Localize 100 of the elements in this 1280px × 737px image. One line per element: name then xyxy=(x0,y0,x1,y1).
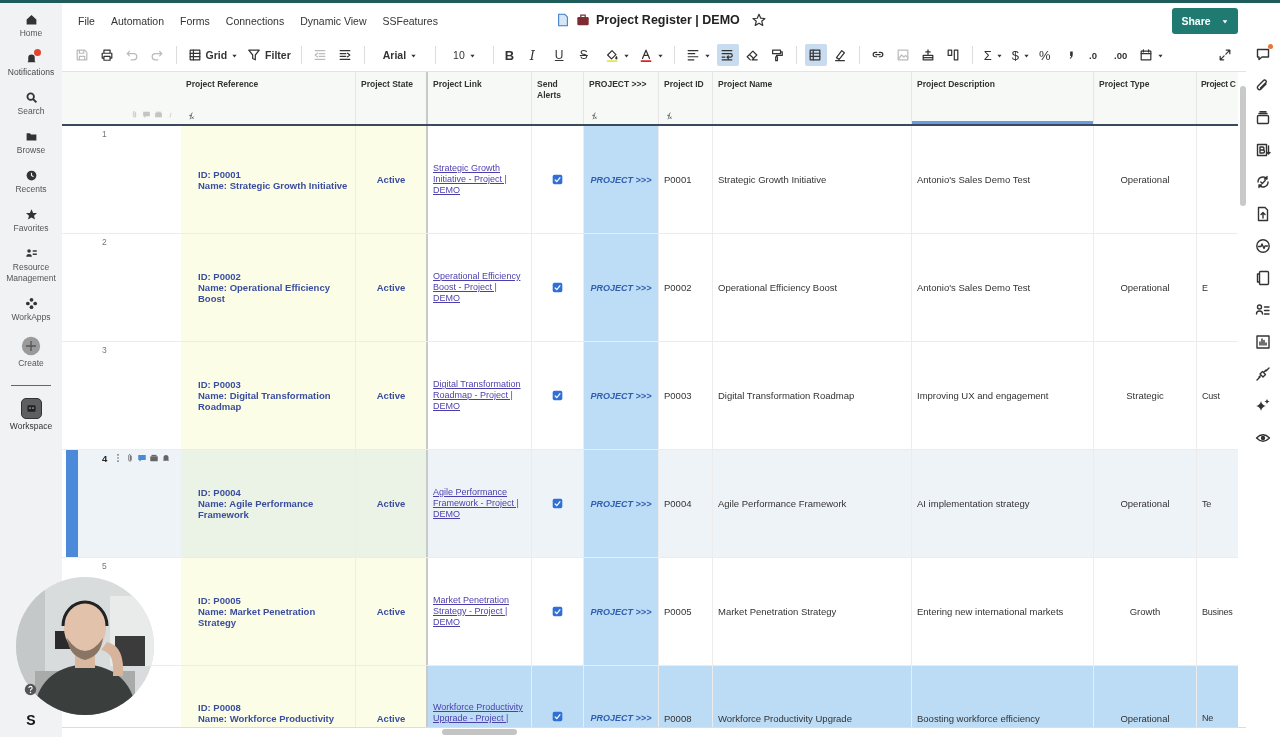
notification-badge xyxy=(33,49,41,56)
menu-item[interactable]: Dynamic View xyxy=(294,15,373,27)
column-header[interactable]: Project Reference xyxy=(181,72,356,124)
document-icon[interactable] xyxy=(1255,270,1271,286)
bold-export-icon[interactable] xyxy=(1255,142,1271,158)
favorite-star-icon[interactable] xyxy=(751,13,766,27)
project-link[interactable]: Digital Transformation Roadmap - Project | DEMO xyxy=(433,379,526,412)
table-cell: Digital Transformation Roadmap xyxy=(718,390,855,401)
status-text: Active xyxy=(376,282,406,293)
menu-item[interactable]: Forms xyxy=(174,15,216,27)
horizontal-scrollbar[interactable] xyxy=(62,727,1246,737)
app-logo[interactable]: S xyxy=(26,712,36,728)
underline-button[interactable]: U xyxy=(551,44,574,66)
sidebar-item[interactable]: Recents xyxy=(1,169,61,195)
project-hyperlink-text: PROJECT >>> xyxy=(590,174,652,185)
checkbox[interactable] xyxy=(552,711,563,722)
checkbox[interactable] xyxy=(552,498,563,509)
activity-icon[interactable] xyxy=(1255,238,1271,254)
user-list-icon[interactable] xyxy=(1255,302,1271,318)
strikethrough-button[interactable]: S xyxy=(576,44,599,66)
search-icon xyxy=(24,91,38,104)
file-upload-icon[interactable] xyxy=(1255,206,1271,222)
decimal-places-button[interactable]: .0 xyxy=(1086,44,1109,66)
table-cell: Agile Performance Framework xyxy=(718,498,847,509)
project-link[interactable]: Market Penetration Strategy - Project | DEMO xyxy=(433,595,526,628)
table-cell: Strategic Growth Initiative xyxy=(718,174,827,185)
column-header[interactable]: Project C xyxy=(1197,72,1238,124)
table-cell: Antonio's Sales Demo Test xyxy=(917,282,1031,293)
project-link[interactable]: Operational Efficiency Boost - Project | DEMO xyxy=(433,271,526,304)
image-icon xyxy=(895,48,910,62)
column-header[interactable]: Send Alerts xyxy=(532,72,584,124)
checkbox[interactable] xyxy=(552,390,563,401)
checkbox[interactable] xyxy=(552,282,563,293)
reference-text: ID: P0003 Name: Digital Transformation Roadmap xyxy=(197,379,332,412)
caret-icon xyxy=(1220,17,1229,25)
column-header[interactable]: Project State xyxy=(356,72,428,124)
comment-icon[interactable] xyxy=(1255,46,1271,62)
italic-button[interactable]: I xyxy=(526,44,549,66)
column-title: Project ID xyxy=(664,79,705,90)
table-cell: P0008 xyxy=(664,713,692,724)
table-cell: Busines xyxy=(1202,606,1233,617)
filter-button[interactable]: Filter xyxy=(244,44,294,66)
font-size-picker-button[interactable]: 10 xyxy=(443,44,486,66)
column-header[interactable]: Project ID xyxy=(659,72,713,124)
reference-text: ID: P0005 Name: Market Penetration Strategy xyxy=(197,595,317,628)
table-cell: Boosting workforce efficiency xyxy=(917,713,1040,724)
column-header[interactable]: Project Type xyxy=(1094,72,1197,124)
sidebar-item[interactable]: Workspace xyxy=(1,398,61,432)
view-switcher-button[interactable]: Grid xyxy=(184,44,242,66)
sidebar-item[interactable]: Favorites xyxy=(1,208,61,234)
expand-icon xyxy=(1217,48,1232,62)
checkbox[interactable] xyxy=(552,606,563,617)
bar-chart-icon[interactable] xyxy=(1255,334,1271,350)
project-link[interactable]: Strategic Growth Initiative - Project | DEMO xyxy=(433,163,526,196)
plus-icon xyxy=(21,336,41,356)
bold-button[interactable]: B xyxy=(501,44,524,66)
column-header[interactable]: Project Description xyxy=(912,72,1094,124)
plug-icon[interactable] xyxy=(1255,366,1271,382)
checkbox[interactable] xyxy=(552,174,563,185)
table-cell: Workforce Productivity Upgrade xyxy=(718,713,852,724)
sync-icon[interactable] xyxy=(1255,174,1271,190)
menu-item[interactable]: File xyxy=(72,15,101,27)
percent-format-button[interactable]: % xyxy=(1036,44,1059,66)
sidebar-item[interactable]: Search xyxy=(1,91,61,117)
sidebar-item[interactable]: Create xyxy=(1,336,61,369)
menu-item[interactable]: Automation xyxy=(104,15,171,27)
menu-item[interactable]: Connections xyxy=(219,15,291,27)
column-title: Project Reference xyxy=(186,79,260,90)
reference-text: ID: P0002 Name: Operational Efficiency Boost xyxy=(197,271,331,304)
sidebar-item[interactable]: WorkApps xyxy=(1,297,61,323)
menu-item[interactable]: SSFeatures xyxy=(376,15,444,27)
status-text: Active xyxy=(376,713,406,724)
wrap-icon xyxy=(719,48,734,62)
share-button[interactable]: Share xyxy=(1172,8,1238,34)
table-cell: Ne xyxy=(1202,713,1214,723)
eraser-icon xyxy=(744,48,759,62)
sum-button[interactable]: Σ xyxy=(980,44,1006,66)
sidebar-item[interactable]: Browse xyxy=(1,130,61,156)
status-text: Active xyxy=(376,498,406,509)
card-stack-icon[interactable] xyxy=(1255,110,1271,126)
card-icon[interactable] xyxy=(149,453,160,463)
column-header[interactable]: Project Link xyxy=(428,72,532,124)
column-header[interactable]: Project Name xyxy=(713,72,912,124)
currency-format-button[interactable]: $ xyxy=(1008,44,1034,66)
sheet-icon xyxy=(556,13,570,27)
decimal-places-button[interactable]: .00 xyxy=(1111,44,1134,66)
wrap-button[interactable] xyxy=(716,44,739,66)
row-number: 5 xyxy=(102,561,107,571)
filter-icon xyxy=(247,48,262,62)
project-hyperlink-text: PROJECT >>> xyxy=(590,606,652,617)
font-picker-button[interactable]: Arial xyxy=(372,44,428,66)
sidebar-item[interactable]: Home xyxy=(1,13,61,39)
gridlines-button[interactable] xyxy=(804,44,827,66)
column-header[interactable]: PROJECT >>> xyxy=(584,72,659,124)
sidebar-item[interactable]: Resource Management xyxy=(1,247,61,284)
row-header[interactable]: 4 xyxy=(78,450,181,557)
row-number: 1 xyxy=(102,129,107,139)
bell-icon[interactable] xyxy=(161,453,172,463)
sidebar-item[interactable]: Notifications xyxy=(1,52,61,78)
project-hyperlink-text: PROJECT >>> xyxy=(590,390,652,401)
